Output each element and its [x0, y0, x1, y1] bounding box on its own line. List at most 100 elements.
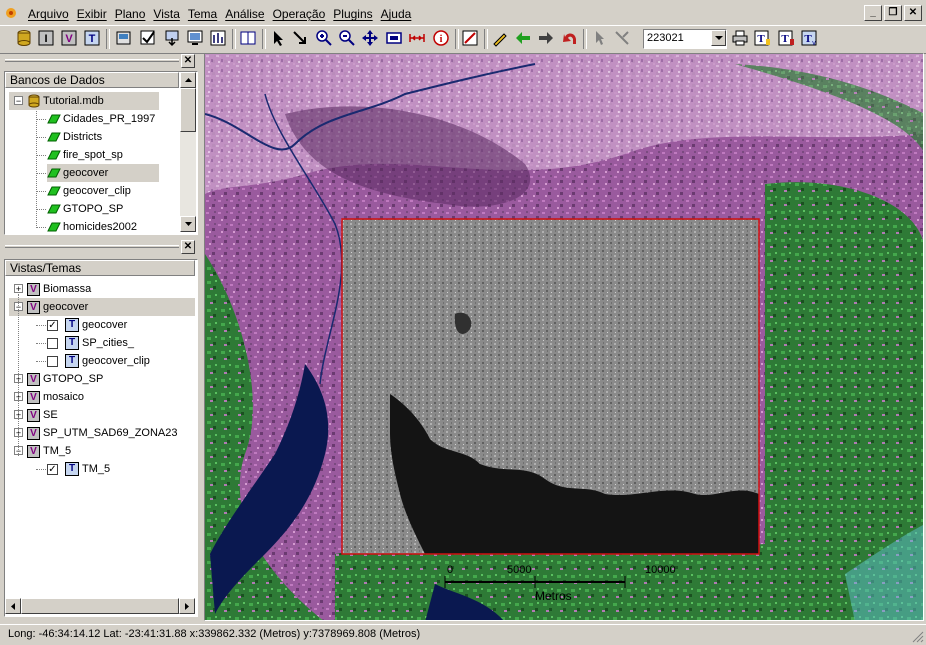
view-item[interactable]: + V Biomassa [9, 280, 195, 298]
zoom-extent-icon[interactable] [384, 28, 404, 48]
display-icon[interactable] [185, 28, 205, 48]
menu-plano[interactable]: Plano [111, 6, 150, 22]
view-item[interactable]: − V TM_5 [9, 442, 195, 460]
undo-icon[interactable] [560, 28, 580, 48]
import-icon[interactable] [162, 28, 182, 48]
zoom-in-icon[interactable] [314, 28, 334, 48]
chevron-down-icon[interactable] [711, 30, 726, 46]
scroll-thumb[interactable] [180, 88, 196, 132]
draw-icon[interactable] [490, 28, 510, 48]
text-v-icon[interactable]: Tv [799, 28, 819, 48]
info-icon[interactable]: i [431, 28, 451, 48]
layer-icon [47, 114, 61, 124]
select-icon[interactable] [589, 28, 609, 48]
zoom-area-icon[interactable] [290, 28, 310, 48]
view-item[interactable]: − Vgeocover [9, 298, 195, 316]
restore-button[interactable]: ❐ [884, 5, 902, 21]
database-layer-item[interactable]: geocover [47, 164, 159, 182]
edit-point-icon[interactable] [612, 28, 632, 48]
svg-text:v: v [812, 40, 816, 47]
menu-analise[interactable]: Análise [221, 6, 268, 22]
database-layer-item[interactable]: geocover_clip [47, 182, 159, 200]
view-item[interactable]: + V GTOPO_SP [9, 370, 195, 388]
theme-label: TM_5 [82, 463, 111, 475]
scroll-up-icon[interactable] [180, 72, 196, 88]
views-tree: Vistas/Temas + V Biomassa − Vgeocover ✓ Tgeoco… [4, 259, 198, 617]
close-button[interactable]: ✕ [904, 5, 922, 21]
print-layout-icon[interactable] [114, 28, 134, 48]
scroll-down-icon[interactable] [180, 216, 196, 232]
delete-icon[interactable] [460, 28, 480, 48]
views-panel-header: ✕ [2, 240, 197, 254]
svg-text:i: i [440, 34, 443, 45]
database-layer-item[interactable]: Districts [47, 128, 159, 146]
menu-plugins[interactable]: Plugins [329, 6, 376, 22]
forward-icon[interactable] [536, 28, 556, 48]
database-layer-item[interactable]: Cidades_PR_1997 [47, 110, 159, 128]
text-icon[interactable]: T [752, 28, 772, 48]
database-icon[interactable] [14, 28, 34, 48]
scale-combo[interactable]: 223021 [643, 29, 727, 49]
view-item[interactable]: + V SE [9, 406, 195, 424]
menu-exibir[interactable]: Exibir [73, 6, 111, 22]
measure-icon[interactable] [407, 28, 427, 48]
scroll-thumb[interactable] [21, 598, 179, 614]
satellite-image [205, 54, 923, 620]
layer-icon [47, 150, 61, 160]
theme-visibility-checkbox[interactable]: ✓ [47, 319, 58, 331]
scalebar-label-10000: 10000 [645, 564, 676, 576]
scale-value: 223021 [647, 32, 684, 44]
database-layer-label: homicides2002 [63, 221, 137, 233]
theme-item[interactable]: T SP_cities_ [47, 334, 187, 352]
map-canvas[interactable]: 0 5000 10000 Metros [204, 53, 924, 621]
view-icon: V [27, 444, 40, 458]
collapse-icon[interactable]: − [14, 96, 23, 106]
split-view-icon[interactable] [238, 28, 258, 48]
svg-text:T: T [89, 33, 96, 45]
back-icon[interactable] [513, 28, 533, 48]
theme-visibility-checkbox[interactable] [47, 355, 58, 367]
minimize-button[interactable]: _ [864, 5, 882, 21]
theme-visibility-checkbox[interactable] [47, 337, 58, 349]
pointer-icon[interactable] [268, 28, 288, 48]
theme-item[interactable]: ✓ T TM_5 [47, 460, 187, 478]
info-layer-icon[interactable]: I [36, 28, 56, 48]
print-icon[interactable] [730, 28, 750, 48]
views-tree-header: Vistas/Temas [5, 260, 195, 276]
view-icon[interactable]: V [59, 28, 79, 48]
database-tree: Bancos de Dados − Tutorial.mdb Cidades_P… [4, 71, 198, 235]
view-icon: V [27, 426, 40, 440]
expand-icon[interactable]: + [14, 284, 23, 294]
theme-visibility-checkbox[interactable]: ✓ [47, 463, 58, 475]
database-panel-header: ✕ [2, 54, 197, 68]
view-icon: V [27, 390, 40, 404]
theme-icon[interactable]: T [82, 28, 102, 48]
menu-vista[interactable]: Vista [149, 6, 183, 22]
database-layer-item[interactable]: fire_spot_sp [47, 146, 159, 164]
menu-arquivo[interactable]: Arquivo [24, 6, 73, 22]
check-edit-icon[interactable] [138, 28, 158, 48]
pan-icon[interactable] [360, 28, 380, 48]
menu-operacao[interactable]: Operação [269, 6, 330, 22]
views-panel-close-button[interactable]: ✕ [181, 240, 195, 254]
theme-item[interactable]: ✓ Tgeocover [47, 316, 187, 334]
database-vertical-scrollbar[interactable] [180, 72, 196, 232]
scroll-right-icon[interactable] [179, 598, 195, 614]
scroll-left-icon[interactable] [5, 598, 21, 614]
menu-bar: Arquivo Exibir Plano Vista Tema Análise … [0, 2, 926, 24]
menu-ajuda[interactable]: Ajuda [377, 6, 416, 22]
theme-item[interactable]: Tgeocover_clip [47, 352, 187, 370]
menu-tema[interactable]: Tema [184, 6, 221, 22]
database-panel-close-button[interactable]: ✕ [181, 54, 195, 68]
view-item[interactable]: + Vmosaico [9, 388, 195, 406]
view-item[interactable]: + V SP_UTM_SAD69_ZONA23 [9, 424, 195, 442]
view-label: TM_5 [43, 445, 72, 457]
database-root[interactable]: − Tutorial.mdb [9, 92, 159, 110]
database-layer-item[interactable]: GTOPO_SP [47, 200, 159, 218]
zoom-out-icon[interactable] [337, 28, 357, 48]
views-horizontal-scrollbar[interactable] [5, 598, 195, 614]
database-layer-item[interactable]: homicides2002 [47, 218, 159, 234]
text-format-icon[interactable]: T [776, 28, 796, 48]
chart-icon[interactable] [208, 28, 228, 48]
resize-grip-icon[interactable] [912, 631, 924, 643]
